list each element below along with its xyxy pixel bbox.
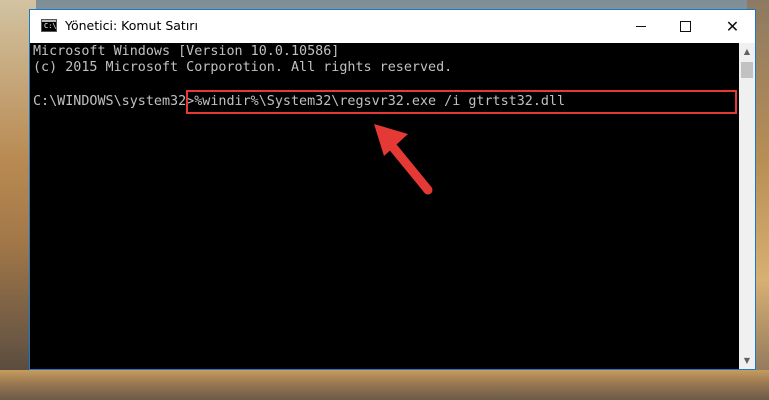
vertical-scrollbar[interactable]: ▲ ▼	[739, 43, 755, 369]
close-button[interactable]: ✕	[710, 10, 755, 43]
console-line-copyright: (c) 2015 Microsoft Corporotion. All righ…	[33, 60, 453, 75]
scroll-up-icon[interactable]: ▲	[739, 43, 755, 60]
console-line-version: Microsoft Windows [Version 10.0.10586]	[33, 44, 340, 59]
cmd-icon[interactable]: C:\	[41, 19, 57, 32]
arrow-shaft	[387, 141, 433, 195]
maximize-button[interactable]	[663, 10, 708, 43]
cmd-icon-text: C:\	[44, 22, 57, 30]
title-bar[interactable]: C:\ Yönetici: Komut Satırı ✕	[30, 10, 755, 43]
scroll-down-icon[interactable]: ▼	[739, 352, 755, 369]
scroll-thumb[interactable]	[741, 62, 753, 78]
desktop-wallpaper-bottom	[0, 370, 769, 400]
window-title: Yönetici: Komut Satırı	[65, 18, 198, 33]
console-output[interactable]: Microsoft Windows [Version 10.0.10586] (…	[30, 43, 739, 369]
red-arrow-icon	[374, 124, 433, 195]
close-icon: ✕	[725, 16, 740, 36]
console-prompt: C:\WINDOWS\system32>	[33, 94, 195, 109]
minimize-button[interactable]	[618, 10, 663, 43]
command-highlight-box	[186, 90, 737, 114]
